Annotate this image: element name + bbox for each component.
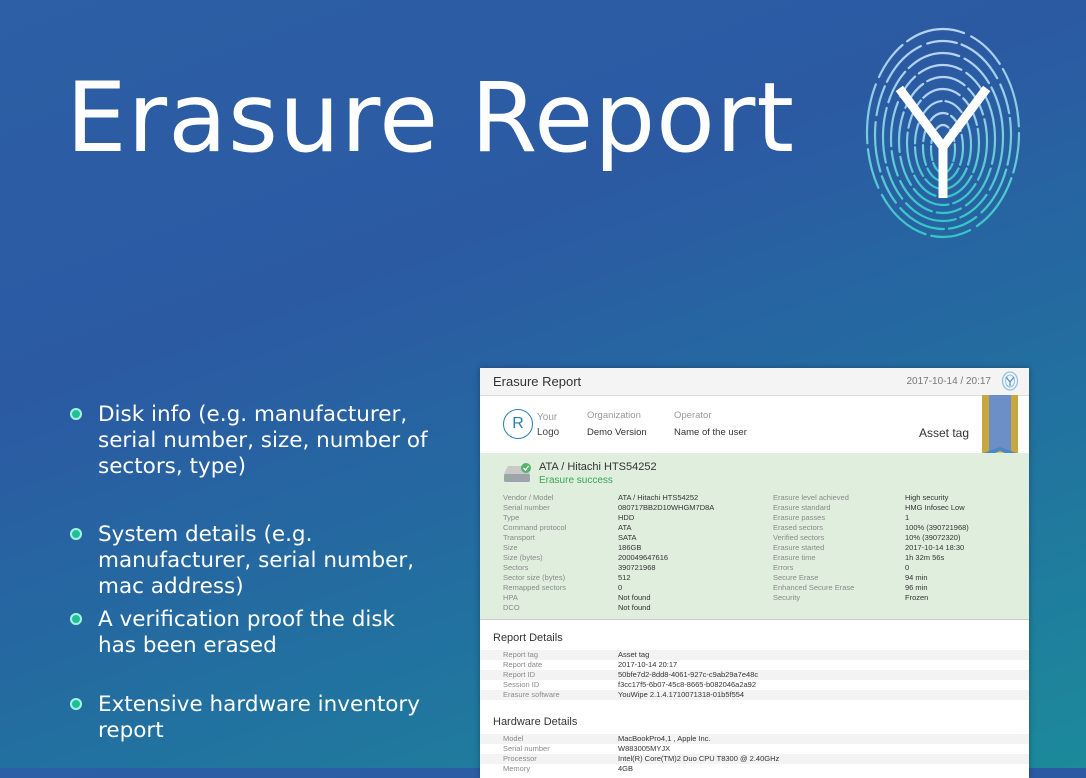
table-row: Report ID 50bfe7d2-8dd8-4061-927c-c9ab29a… <box>480 670 1029 680</box>
feature-text: A verification proof the disk has been e… <box>98 607 395 658</box>
report-date: 2017-10-14 / 20:17 <box>906 376 991 387</box>
operator-label: Operator <box>674 410 712 421</box>
disk-name: ATA / Hitachi HTS54252 <box>539 461 657 473</box>
report-details-table: Report tag Asset tag Report date 2017-10-1… <box>480 650 1029 700</box>
feature-text: Extensive hardware inventory report <box>98 692 420 743</box>
table-row: Erasure software YouWipe 2.1.4.1710071318… <box>480 690 1029 700</box>
hardware-details-section: Hardware Details Model MacBookPro4,1 , Ap… <box>480 716 1029 774</box>
report-preview: Erasure Report 2017-10-14 / 20:17 R Your… <box>480 368 1029 778</box>
hard-drive-icon <box>504 463 531 482</box>
report-header: Erasure Report 2017-10-14 / 20:17 <box>480 368 1029 396</box>
disk-info-keys: Vendor / Model Serial number Type Command … <box>503 493 567 612</box>
feature-text: System details (e.g. manufacturer, seria… <box>98 522 415 599</box>
table-row: Memory 4GB <box>503 764 634 773</box>
bullet-icon <box>70 698 82 710</box>
org-label: Organization <box>587 410 641 421</box>
report-title: Erasure Report <box>493 374 582 389</box>
bullet-icon <box>70 528 82 540</box>
hardware-details-title: Hardware Details <box>493 716 578 728</box>
erasure-info-values: High security HMG Infosec Low 1 100% (3907… <box>905 493 969 602</box>
page-title: Erasure Report <box>66 62 795 174</box>
logo-circle: R <box>503 409 533 439</box>
report-details-section: Report Details Report tag Asset tag Repor… <box>480 632 1029 700</box>
disk-info-values: ATA / Hitachi HTS54252 080717BB2D10WHGM7D… <box>618 493 715 612</box>
disk-section: ATA / Hitachi HTS54252 Erasure success V… <box>480 453 1029 620</box>
bullet-icon <box>70 613 82 625</box>
asset-tag: Asset tag <box>919 426 970 440</box>
operator-value: Name of the user <box>674 427 747 438</box>
feature-text: Disk info (e.g. manufacturer, serial num… <box>98 402 428 479</box>
fingerprint-logo-icon <box>865 27 1021 239</box>
organization-row: R Your Logo Organization Demo Version Op… <box>480 396 1029 453</box>
erasure-info-keys: Erasure level achieved Erasure standard E… <box>773 493 855 602</box>
table-row: Processor Intel(R) Core(TM)2 Duo CPU T830… <box>480 754 1029 764</box>
fingerprint-icon <box>1001 371 1019 391</box>
table-row: Report date 2017-10-14 20:17 <box>503 660 678 669</box>
report-details-title: Report Details <box>493 632 563 644</box>
erasure-status: Erasure success <box>539 475 613 486</box>
table-row: Report tag Asset tag <box>480 650 1029 660</box>
table-row: Serial number W883005MYJX <box>503 744 671 753</box>
org-value: Demo Version <box>587 427 647 438</box>
table-row: Model MacBookPro4,1 , Apple Inc. <box>480 734 1029 744</box>
table-row: Session ID f3cc17f5-6b07-45c8-8665-b08204… <box>503 680 757 689</box>
logo-text: Your Logo <box>537 412 560 438</box>
hardware-details-table: Model MacBookPro4,1 , Apple Inc. Serial n… <box>480 734 1029 774</box>
bullet-icon <box>70 408 82 420</box>
